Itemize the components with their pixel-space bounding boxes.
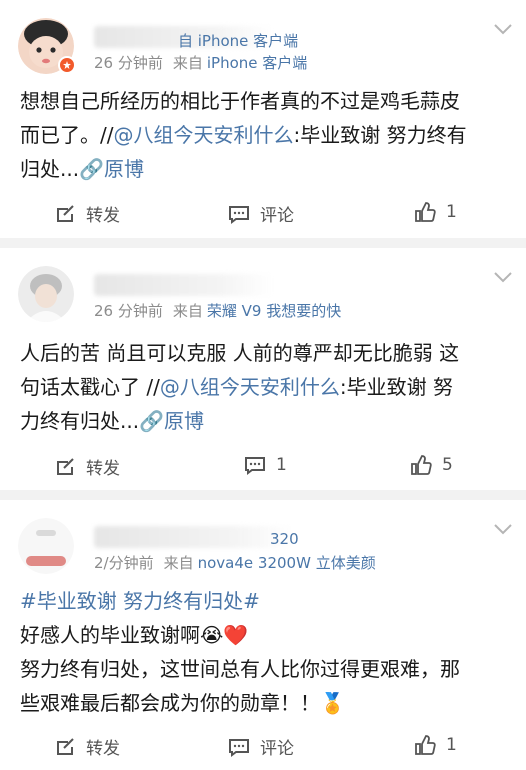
content-line: 归处...🔗原博	[20, 152, 510, 186]
content-line: 句话太戳心了 //@八组今天安利什么:毕业致谢 努	[20, 370, 510, 404]
source-prefix: 来自	[172, 302, 203, 320]
mention-link[interactable]: @八组今天安利什么	[160, 375, 340, 399]
content-text: 好感人的毕业致谢啊	[20, 623, 200, 647]
repost-button[interactable]: 转发	[54, 454, 120, 479]
hashtag-link[interactable]: #毕业致谢 努力终有归处#	[20, 589, 260, 613]
chevron-down-icon[interactable]	[494, 22, 512, 36]
like-count: 1	[446, 735, 457, 755]
content-text: 句话太戳心了 //	[20, 375, 160, 399]
content-line: 力终有归处...🔗原博	[20, 404, 510, 438]
comment-button[interactable]: 评论	[228, 734, 294, 759]
content-text: 力终有归处...	[20, 409, 140, 433]
post-time: 2/分钟前	[94, 554, 154, 572]
chevron-down-icon[interactable]	[494, 522, 512, 536]
like-button[interactable]: 1	[414, 734, 457, 756]
content-text: :毕业致谢 努力终有	[293, 123, 467, 147]
medal-emoji: 🏅	[320, 691, 345, 715]
comment-icon	[228, 736, 250, 758]
content-line: 人后的苦 尚且可以克服 人前的尊严却无比脆弱 这	[20, 341, 460, 365]
content-line: #毕业致谢 努力终有归处#	[20, 584, 510, 618]
action-bar: 转发 评论 1	[0, 734, 526, 759]
source-prefix: 来自	[163, 554, 194, 572]
original-post-link[interactable]: 🔗原博	[139, 409, 204, 433]
comment-icon	[244, 454, 266, 476]
post-card[interactable]: 26 分钟前 来自 荣耀 V9 我想要的快 人后的苦 尚且可以克服 人前的尊严却无比…	[0, 248, 526, 490]
post-source[interactable]: 荣耀 V9 我想要的快	[207, 302, 341, 320]
post-content: 想想自己所经历的相比于作者真的不过是鸡毛蒜皮 而已了。//@八组今天安利什么:毕…	[20, 84, 510, 186]
content-line: 些艰难最后都会成为你的勋章！！🏅	[20, 686, 510, 720]
content-line: 好感人的毕业致谢啊😭❤️	[20, 618, 510, 652]
post-content: 人后的苦 尚且可以克服 人前的尊严却无比脆弱 这 句话太戳心了 //@八组今天安…	[20, 336, 510, 438]
weibo-feed: 自 iPhone 客户端 26 分钟前 来自 iPhone 客户端 想想自己所经历的…	[0, 0, 526, 770]
like-icon	[414, 734, 436, 756]
like-button[interactable]: 5	[410, 454, 453, 476]
post-content: #毕业致谢 努力终有归处# 好感人的毕业致谢啊😭❤️ 努力终有归处，这世间总有人…	[20, 584, 510, 720]
avatar[interactable]	[18, 518, 74, 574]
comment-count: 1	[276, 455, 287, 475]
comment-button[interactable]: 1	[244, 454, 287, 476]
like-icon	[414, 201, 436, 223]
content-line: 而已了。//@八组今天安利什么:毕业致谢 努力终有	[20, 118, 510, 152]
post-meta: 26 分钟前 来自 iPhone 客户端	[94, 52, 307, 73]
repost-button[interactable]: 转发	[54, 734, 120, 759]
action-bar: 转发 评论 1	[0, 201, 526, 226]
content-text: 些艰难最后都会成为你的勋章！！	[20, 691, 320, 715]
content-text: :毕业致谢 努	[339, 375, 453, 399]
content-text: 归处...	[20, 157, 80, 181]
repost-icon	[54, 203, 76, 225]
post-source[interactable]: nova4e 3200W 立体美颜	[198, 554, 376, 572]
post-card[interactable]: 320 2/分钟前 来自 nova4e 3200W 立体美颜 #毕业致谢 努力终有归…	[0, 500, 526, 770]
content-line: 想想自己所经历的相比于作者真的不过是鸡毛蒜皮	[20, 89, 460, 113]
original-post-link[interactable]: 🔗原博	[79, 157, 144, 181]
like-count: 5	[442, 455, 453, 475]
repost-icon	[54, 736, 76, 758]
like-button[interactable]: 1	[414, 201, 457, 223]
username-redacted[interactable]	[94, 526, 294, 548]
comment-button[interactable]: 评论	[228, 201, 294, 226]
content-line: 努力终有归处，这世间总有人比你过得更艰难，那	[20, 657, 460, 681]
name-ghost-text: 320	[270, 530, 299, 548]
post-meta: 2/分钟前 来自 nova4e 3200W 立体美颜	[94, 552, 376, 573]
post-time: 26 分钟前	[94, 54, 163, 72]
chevron-down-icon[interactable]	[494, 270, 512, 284]
like-icon	[410, 454, 432, 476]
comment-label: 评论	[260, 206, 294, 226]
comment-icon	[228, 203, 250, 225]
repost-icon	[54, 456, 76, 478]
content-text: 而已了。//	[20, 123, 114, 147]
action-bar: 转发 1 5	[0, 454, 526, 479]
repost-label: 转发	[86, 459, 120, 479]
verified-badge-icon	[58, 56, 76, 74]
post-time: 26 分钟前	[94, 302, 163, 320]
crying-heart-emoji: 😭❤️	[200, 623, 249, 647]
username-redacted[interactable]	[94, 274, 274, 296]
repost-label: 转发	[86, 739, 120, 759]
post-card[interactable]: 自 iPhone 客户端 26 分钟前 来自 iPhone 客户端 想想自己所经历的…	[0, 0, 526, 238]
like-count: 1	[446, 202, 457, 222]
mention-link[interactable]: @八组今天安利什么	[113, 123, 293, 147]
repost-button[interactable]: 转发	[54, 201, 120, 226]
avatar[interactable]	[18, 266, 74, 322]
post-source[interactable]: iPhone 客户端	[207, 54, 307, 72]
source-prefix: 来自	[172, 54, 203, 72]
name-ghost-text: 自 iPhone 客户端	[178, 32, 299, 50]
repost-label: 转发	[86, 206, 120, 226]
comment-label: 评论	[260, 739, 294, 759]
post-meta: 26 分钟前 来自 荣耀 V9 我想要的快	[94, 300, 341, 321]
